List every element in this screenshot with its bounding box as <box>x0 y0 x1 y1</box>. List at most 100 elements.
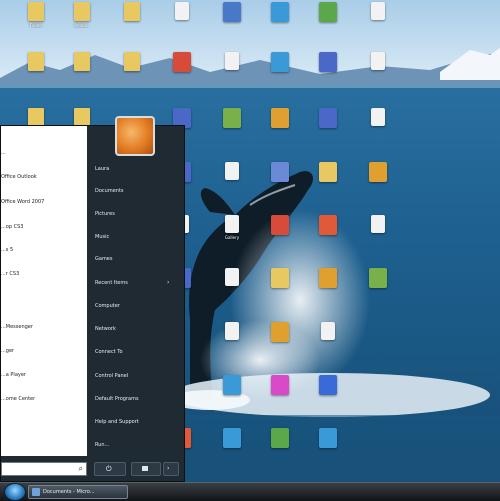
application-icon <box>271 52 289 72</box>
program-item-outlook[interactable]: Office Outlook <box>1 170 87 184</box>
shutdown-options-button[interactable]: › <box>163 462 179 476</box>
taskbar-button-documents[interactable]: Documents - Micro... <box>28 485 128 499</box>
desktop-icon[interactable] <box>356 162 400 202</box>
application-icon <box>271 2 289 22</box>
application-icon <box>173 52 191 72</box>
desktop-icon[interactable] <box>210 375 254 415</box>
place-item-games[interactable]: Games <box>95 256 113 262</box>
desktop-icon[interactable] <box>258 162 302 202</box>
desktop-icon[interactable] <box>306 2 350 42</box>
desktop-icon[interactable] <box>306 375 350 415</box>
application-icon <box>271 162 289 182</box>
application-icon <box>271 108 289 128</box>
desktop-icon[interactable]: Gallery <box>210 215 254 255</box>
desktop-icon[interactable] <box>258 108 302 148</box>
program-item[interactable]: ...ger <box>1 344 87 358</box>
desktop-icon[interactable] <box>110 2 154 42</box>
desktop-icon[interactable]: Adobe.. <box>60 2 104 42</box>
place-item-documents[interactable]: Documents <box>95 188 124 194</box>
application-icon <box>271 322 289 342</box>
desktop-icon[interactable] <box>14 52 58 92</box>
document-icon <box>225 215 239 233</box>
desktop-icon[interactable] <box>258 375 302 415</box>
desktop-icon[interactable] <box>60 52 104 92</box>
power-button[interactable]: ⏻ <box>94 462 126 476</box>
place-item-music[interactable]: Music <box>95 234 109 240</box>
application-icon <box>271 268 289 288</box>
program-item-word[interactable]: Office Word 2007 <box>1 195 87 209</box>
application-icon <box>223 2 241 22</box>
desktop-icon[interactable] <box>110 52 154 92</box>
desktop-icon[interactable] <box>356 108 400 148</box>
folder-icon <box>28 52 44 71</box>
desktop-icon[interactable] <box>258 322 302 362</box>
document-icon <box>225 322 239 340</box>
folder-icon <box>74 2 90 21</box>
program-item-media-center[interactable]: ...ome Center <box>1 392 87 406</box>
program-item-media-player[interactable]: ...a Player <box>1 368 87 382</box>
lock-icon <box>142 466 148 471</box>
desktop-icon[interactable] <box>306 52 350 92</box>
desktop-icon-label: Folder <box>29 23 43 28</box>
desktop-icon[interactable] <box>210 2 254 42</box>
lock-button[interactable] <box>131 462 161 476</box>
chevron-right-icon: › <box>167 465 170 472</box>
place-item-computer[interactable]: Computer <box>95 303 120 309</box>
desktop-icon[interactable] <box>306 268 350 308</box>
document-icon <box>175 2 189 20</box>
desktop-icon[interactable] <box>210 268 254 308</box>
place-item-user[interactable]: Laura <box>95 166 109 172</box>
desktop-icon[interactable] <box>160 2 204 42</box>
desktop-icon[interactable] <box>258 2 302 42</box>
place-item-pictures[interactable]: Pictures <box>95 211 115 217</box>
desktop-icon[interactable] <box>356 2 400 42</box>
program-item-messenger[interactable]: ...Messenger <box>1 320 87 334</box>
desktop-icon[interactable] <box>356 52 400 92</box>
application-icon <box>319 52 337 72</box>
start-menu: ... Office Outlook Office Word 2007 ...o… <box>0 116 185 482</box>
desktop-icon[interactable] <box>306 322 350 362</box>
application-icon <box>319 428 337 448</box>
program-item[interactable]: ... <box>1 146 87 160</box>
window-icon <box>32 488 40 496</box>
place-item-control-panel[interactable]: Control Panel <box>95 373 128 379</box>
program-item-photoshop[interactable]: ...op CS3 <box>1 220 87 234</box>
place-item-network[interactable]: Network <box>95 326 116 332</box>
desktop-icon[interactable] <box>306 215 350 255</box>
desktop-icon[interactable] <box>306 428 350 468</box>
desktop-icon[interactable] <box>210 322 254 362</box>
start-search-input[interactable]: ⌕ <box>1 462 87 476</box>
desktop-icon[interactable] <box>210 108 254 148</box>
document-icon <box>225 162 239 180</box>
desktop-icon[interactable] <box>306 108 350 148</box>
document-icon <box>321 322 335 340</box>
desktop-icon[interactable] <box>210 428 254 468</box>
desktop-icon[interactable] <box>356 268 400 308</box>
desktop-icon[interactable] <box>210 52 254 92</box>
user-picture[interactable] <box>115 116 155 156</box>
start-button[interactable] <box>4 483 26 501</box>
document-icon <box>371 215 385 233</box>
document-icon <box>225 268 239 286</box>
desktop-icon[interactable] <box>356 215 400 255</box>
desktop-icon[interactable] <box>160 52 204 92</box>
desktop-icon[interactable] <box>306 162 350 202</box>
program-item[interactable]: ...r CS3 <box>1 267 87 281</box>
place-item-connect-to[interactable]: Connect To <box>95 349 123 355</box>
place-item-default-programs[interactable]: Default Programs <box>95 396 139 402</box>
desktop-icon-label: Gallery <box>224 235 240 240</box>
place-item-help[interactable]: Help and Support <box>95 419 139 425</box>
desktop-icon[interactable] <box>258 52 302 92</box>
application-icon <box>369 162 387 182</box>
place-item-run[interactable]: Run... <box>95 442 109 448</box>
application-icon <box>223 428 241 448</box>
desktop-icon[interactable] <box>258 268 302 308</box>
application-icon <box>319 2 337 22</box>
desktop-icon[interactable] <box>258 215 302 255</box>
application-icon <box>223 375 241 395</box>
program-item[interactable]: ...s 5 <box>1 243 87 257</box>
place-item-recent-items[interactable]: Recent Items <box>95 280 128 286</box>
desktop-icon[interactable] <box>258 428 302 468</box>
desktop-icon[interactable]: Folder <box>14 2 58 42</box>
desktop-icon[interactable] <box>210 162 254 202</box>
